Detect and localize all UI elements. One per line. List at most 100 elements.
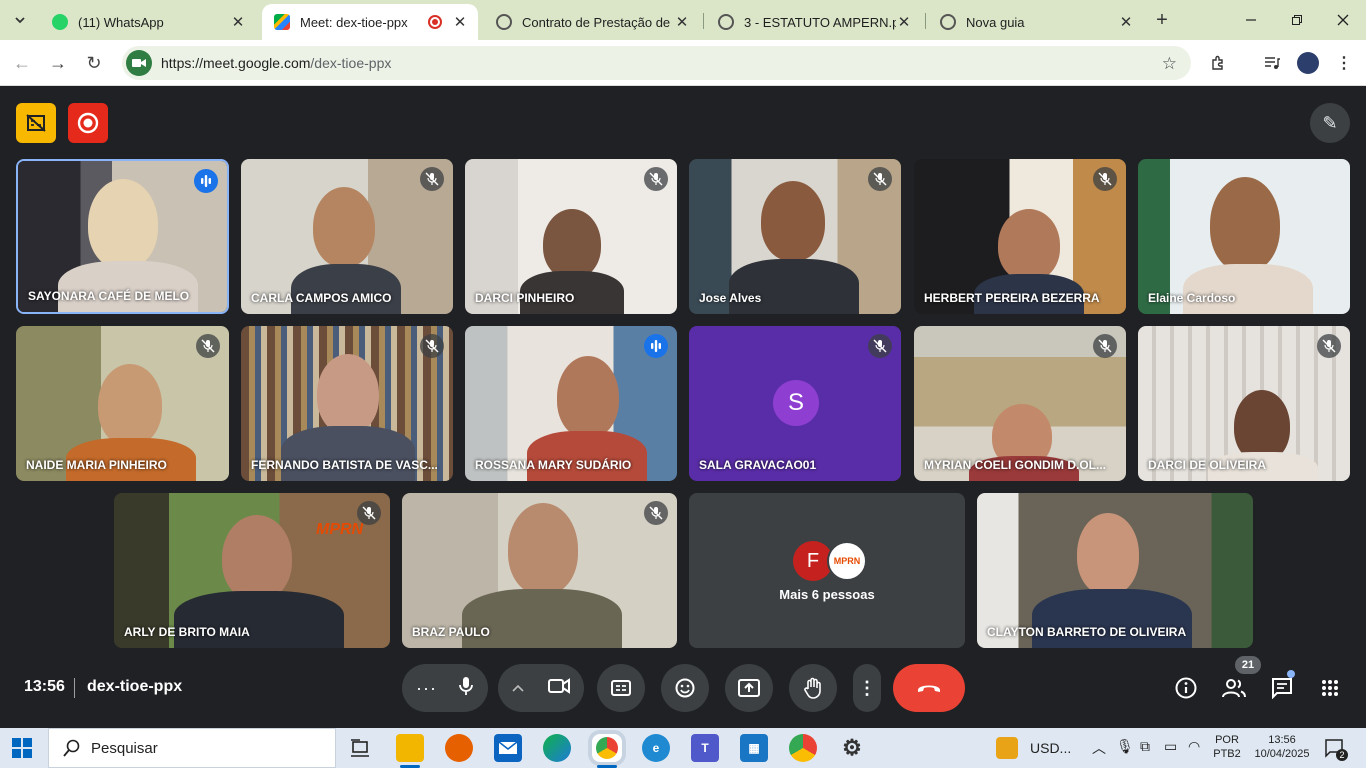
participant-tile[interactable]: MPRN ARLY DE BRITO MAIA xyxy=(114,493,390,648)
mic-button[interactable] xyxy=(458,676,474,701)
mic-muted-indicator xyxy=(357,501,381,525)
tab-separator xyxy=(925,13,926,29)
tray-overflow-button[interactable]: ︿ xyxy=(1092,738,1106,758)
participant-body xyxy=(1032,589,1192,648)
participant-tile[interactable]: CLAYTON BARRETO DE OLIVEIRA xyxy=(977,493,1253,648)
close-tab-icon[interactable]: ✕ xyxy=(1118,13,1134,31)
network-tray-icon[interactable]: ▭ xyxy=(1164,738,1177,755)
teams-button[interactable]: T xyxy=(691,734,719,762)
file-explorer-button[interactable] xyxy=(396,734,424,762)
reload-button[interactable]: ↻ xyxy=(80,49,108,77)
participant-tile[interactable]: NAIDE MARIA PINHEIRO xyxy=(16,326,229,481)
captions-button[interactable] xyxy=(597,664,645,712)
captions-off-badge[interactable] xyxy=(16,103,56,143)
close-tab-icon[interactable]: ✕ xyxy=(896,13,912,31)
tab-meet[interactable]: Meet: dex-tioe-ppx ✕ xyxy=(262,4,478,40)
restore-button[interactable] xyxy=(1274,6,1320,34)
more-options-button[interactable]: ⋮ xyxy=(853,664,881,712)
participant-tile[interactable]: CARLA CAMPOS AMICO xyxy=(241,159,453,314)
effects-button[interactable]: ✎ xyxy=(1310,103,1350,143)
participant-name: Jose Alves xyxy=(699,291,762,305)
taskbar-search-box[interactable]: Pesquisar xyxy=(48,728,336,768)
back-button[interactable]: ← xyxy=(8,49,36,77)
participant-tile[interactable]: BRAZ PAULO xyxy=(402,493,677,648)
close-tab-icon[interactable]: ✕ xyxy=(674,13,690,31)
tab-contrato[interactable]: Contrato de Prestação de Se ✕ xyxy=(484,4,700,40)
participant-tile[interactable]: FERNANDO BATISTA DE VASC... xyxy=(241,326,453,481)
recording-badge[interactable] xyxy=(68,103,108,143)
reactions-button[interactable] xyxy=(661,664,709,712)
chat-button[interactable] xyxy=(1268,674,1296,702)
more-people-tile[interactable]: F MPRN Mais 6 pessoas xyxy=(689,493,965,648)
leave-call-button[interactable] xyxy=(893,664,965,712)
audio-options-button[interactable]: ··· xyxy=(416,678,437,699)
input-language-button[interactable]: POR PTB2 xyxy=(1210,733,1244,761)
task-view-button[interactable] xyxy=(346,734,374,762)
people-button[interactable] xyxy=(1220,674,1248,702)
video-options-button[interactable] xyxy=(512,679,524,697)
weather-widget-icon[interactable] xyxy=(996,737,1018,759)
participant-tile[interactable]: HERBERT PEREIRA BEZERRA xyxy=(914,159,1126,314)
participant-tile[interactable]: ROSSANA MARY SUDÁRIO xyxy=(465,326,677,481)
participant-tile[interactable]: DARCI DE OLIVEIRA xyxy=(1138,326,1350,481)
participant-body xyxy=(58,261,198,312)
participant-face xyxy=(557,356,619,438)
profile-avatar[interactable] xyxy=(1297,52,1319,74)
wifi-tray-icon[interactable]: ◠ xyxy=(1188,738,1200,755)
tab-nova-guia[interactable]: Nova guia ✕ xyxy=(928,4,1144,40)
participant-face xyxy=(543,209,601,279)
tab-whatsapp[interactable]: (11) WhatsApp ✕ xyxy=(40,4,256,40)
tab-search-button[interactable] xyxy=(8,8,32,32)
store-button[interactable]: ▦ xyxy=(740,734,768,762)
participant-tile[interactable]: Jose Alves xyxy=(689,159,901,314)
camera-button[interactable] xyxy=(548,677,570,699)
mic-tray-icon[interactable]: 🎙 xyxy=(1116,738,1134,755)
google-meet-icon xyxy=(274,14,290,30)
address-bar[interactable]: https://meet.google.com/dex-tioe-ppx ☆ xyxy=(122,46,1191,80)
chrome-pinned-button[interactable] xyxy=(789,734,817,762)
new-tab-button[interactable]: + xyxy=(1150,8,1174,32)
weather-widget-text[interactable]: USD... xyxy=(1030,740,1071,756)
chrome-menu-button[interactable]: ⋮ xyxy=(1330,49,1358,77)
firefox-button[interactable] xyxy=(445,734,473,762)
chrome-icon xyxy=(596,737,618,759)
site-info-button[interactable] xyxy=(126,50,152,76)
participant-tile[interactable]: Elaine Cardoso xyxy=(1138,159,1350,314)
extensions-button[interactable] xyxy=(1204,49,1232,77)
taskbar-clock[interactable]: 13:56 10/04/2025 xyxy=(1246,733,1318,761)
magic-pen-icon: ✎ xyxy=(1322,112,1338,133)
windows-start-button[interactable] xyxy=(12,738,32,758)
present-screen-button[interactable] xyxy=(725,664,773,712)
recording-indicator-icon xyxy=(428,15,442,29)
notifications-button[interactable]: 2 xyxy=(1324,738,1348,761)
meeting-details-button[interactable] xyxy=(1172,674,1200,702)
participant-tile[interactable]: S SALA GRAVACAO01 xyxy=(689,326,901,481)
screen-share-tray-icon[interactable]: ⧉ xyxy=(1140,738,1150,755)
close-window-button[interactable] xyxy=(1320,6,1366,34)
raise-hand-button[interactable] xyxy=(789,664,837,712)
close-tab-icon[interactable]: ✕ xyxy=(230,13,246,31)
more-people-avatars: F MPRN xyxy=(793,541,867,581)
chrome-button[interactable] xyxy=(592,734,622,762)
globe-icon xyxy=(496,14,512,30)
activities-button[interactable] xyxy=(1316,674,1344,702)
settings-button[interactable]: ⚙ xyxy=(838,734,866,762)
bookmark-star-icon[interactable]: ☆ xyxy=(1162,54,1177,74)
edge-button[interactable] xyxy=(543,734,571,762)
internet-explorer-button[interactable]: e xyxy=(642,734,670,762)
more-vert-icon: ⋮ xyxy=(858,677,876,698)
mic-off-icon xyxy=(362,506,376,520)
close-tab-icon[interactable]: ✕ xyxy=(452,13,468,31)
minimize-button[interactable] xyxy=(1228,6,1274,34)
participant-body xyxy=(174,591,344,648)
meet-stage: ✎ SAYONARA CAFÉ DE MELO CARLA CAMPOS AMI… xyxy=(0,86,1366,728)
url-text: https://meet.google.com/dex-tioe-ppx xyxy=(161,55,391,71)
mail-button[interactable] xyxy=(494,734,522,762)
media-control-button[interactable] xyxy=(1258,49,1286,77)
chat-icon xyxy=(1272,678,1292,699)
tab-estatuto[interactable]: 3 - ESTATUTO AMPERN.pdf ✕ xyxy=(706,4,922,40)
participant-tile[interactable]: MYRIAN COELI GONDIM D.OL... xyxy=(914,326,1126,481)
participant-tile[interactable]: SAYONARA CAFÉ DE MELO xyxy=(16,159,229,314)
participant-tile[interactable]: DARCI PINHEIRO xyxy=(465,159,677,314)
forward-button[interactable]: → xyxy=(44,49,72,77)
